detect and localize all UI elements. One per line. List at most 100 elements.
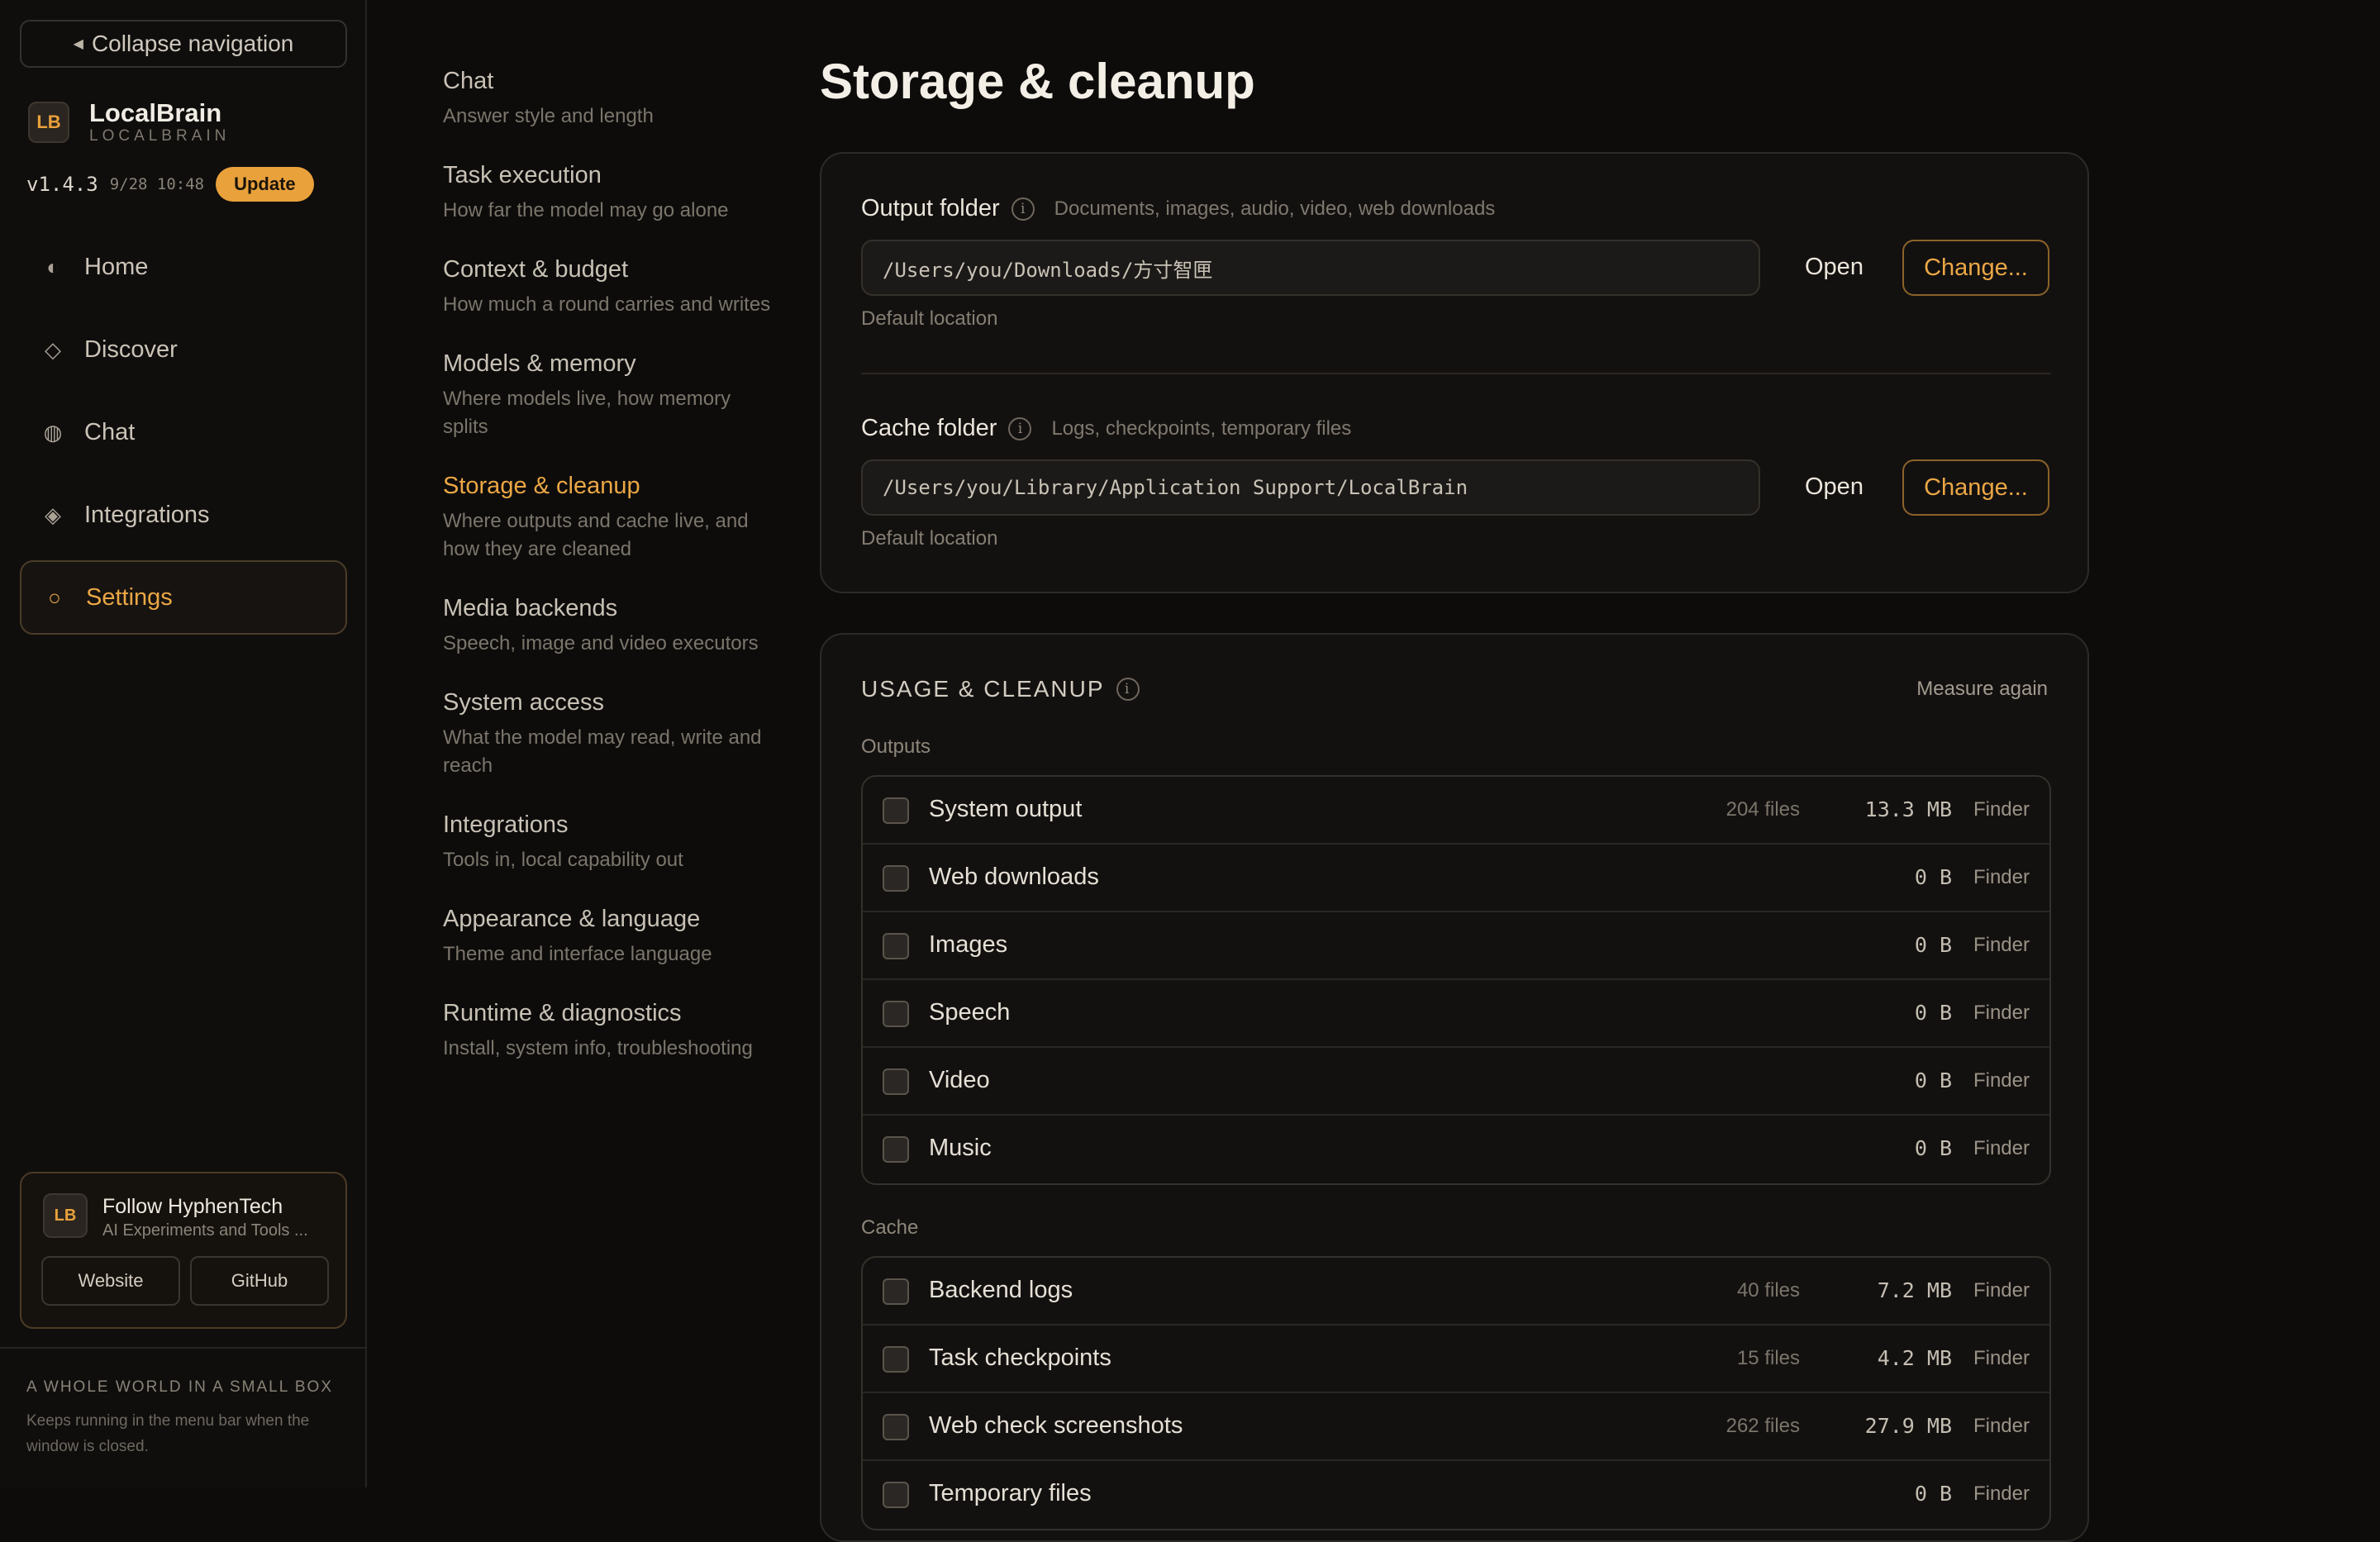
subnav-item-appearance-language[interactable]: Appearance & language Theme and interface… xyxy=(443,904,774,969)
subnav-item-storage-cleanup[interactable]: Storage & cleanup Where outputs and cache… xyxy=(443,471,774,564)
usage-cleanup-card: USAGE & CLEANUP i Measure again Outputs … xyxy=(820,633,2089,1542)
subnav-item-system-access[interactable]: System access What the model may read, wr… xyxy=(443,688,774,780)
output-folder-default-label: Default location xyxy=(861,307,998,330)
row-checkbox[interactable] xyxy=(883,1482,909,1508)
nav-item-label: Home xyxy=(84,253,149,280)
table-row: Web downloads 0 B Finder xyxy=(863,845,2049,912)
table-row: Temporary files 0 B Finder xyxy=(863,1461,2049,1529)
cache-folder-hint: Logs, checkpoints, temporary files xyxy=(1051,416,1352,440)
nav-item-chat[interactable]: ◍ Chat xyxy=(20,395,347,469)
output-folder-hint: Documents, images, audio, video, web dow… xyxy=(1054,197,1496,220)
table-row: Task checkpoints 15 files 4.2 MB Finder xyxy=(863,1325,2049,1393)
follow-subtitle: AI Experiments and Tools ... xyxy=(102,1221,308,1240)
subnav-item-title: Media backends xyxy=(443,595,618,621)
nav-item-settings[interactable]: ○ Settings xyxy=(20,560,347,635)
output-folder-header: Output folder i Documents, images, audio… xyxy=(861,195,1495,222)
integrations-icon: ◈ xyxy=(45,502,61,527)
cache-folder-default-label: Default location xyxy=(861,527,998,550)
collapse-navigation-label: Collapse navigation xyxy=(91,31,294,56)
collapse-navigation-button[interactable]: ◀ Collapse navigation xyxy=(20,20,347,68)
row-name: Backend logs xyxy=(929,1277,1073,1303)
subnav-item-title: Context & budget xyxy=(443,256,629,283)
subnav-item-description: Answer style and length xyxy=(443,105,654,127)
row-checkbox[interactable] xyxy=(883,1068,909,1095)
row-size: 0 B xyxy=(1914,1001,1952,1025)
subnav-item-media-backends[interactable]: Media backends Speech, image and video ex… xyxy=(443,593,774,658)
subnav-item-models-memory[interactable]: Models & memory Where models live, how me… xyxy=(443,349,774,441)
row-size: 0 B xyxy=(1914,1068,1952,1092)
row-file-count: 15 files xyxy=(1736,1347,1800,1369)
finder-button[interactable]: Finder xyxy=(1973,934,2030,957)
subnav-item-title: Chat xyxy=(443,68,494,94)
output-folder-change-button[interactable]: Change... xyxy=(1902,240,2049,296)
chat-icon: ◍ xyxy=(43,419,63,445)
subnav-item-chat[interactable]: Chat Answer style and length xyxy=(443,66,774,131)
row-size: 27.9 MB xyxy=(1864,1414,1952,1438)
subnav-item-runtime-diagnostics[interactable]: Runtime & diagnostics Install, system inf… xyxy=(443,998,774,1063)
row-checkbox[interactable] xyxy=(883,933,909,959)
tagline: A WHOLE WORLD IN A SMALL BOX xyxy=(26,1378,333,1396)
subnav-item-description: Theme and interface language xyxy=(443,943,712,965)
subnav-item-context-budget[interactable]: Context & budget How much a round carries… xyxy=(443,255,774,319)
update-button[interactable]: Update xyxy=(216,167,314,202)
github-button[interactable]: GitHub xyxy=(190,1256,329,1306)
info-icon[interactable]: i xyxy=(1116,678,1140,701)
subnav-item-title: System access xyxy=(443,689,604,716)
folders-card: Output folder i Documents, images, audio… xyxy=(820,152,2089,593)
subnav-item-integrations[interactable]: Integrations Tools in, local capability o… xyxy=(443,810,774,874)
main-nav: ◐ Home ◇ Discover ◍ Chat ◈ Integrations ○ Setting… xyxy=(20,230,347,643)
subnav-item-task-execution[interactable]: Task execution How far the model may go a… xyxy=(443,160,774,225)
cache-folder-path-field[interactable]: /Users/you/Library/Application Support/L… xyxy=(861,459,1760,516)
follow-card: LB Follow HyphenTech AI Experiments and … xyxy=(20,1172,347,1329)
cache-folder-label: Cache folder xyxy=(861,415,997,441)
website-button[interactable]: Website xyxy=(41,1256,180,1306)
output-folder-path-field[interactable]: /Users/you/Downloads/方寸智匣 xyxy=(861,240,1760,296)
finder-button[interactable]: Finder xyxy=(1973,1069,2030,1092)
finder-button[interactable]: Finder xyxy=(1973,866,2030,889)
cache-folder-open-button[interactable]: Open xyxy=(1805,474,1864,501)
row-checkbox[interactable] xyxy=(883,797,909,824)
finder-button[interactable]: Finder xyxy=(1973,1137,2030,1160)
nav-item-discover[interactable]: ◇ Discover xyxy=(20,312,347,387)
finder-button[interactable]: Finder xyxy=(1973,1347,2030,1370)
row-checkbox[interactable] xyxy=(883,1278,909,1305)
finder-button[interactable]: Finder xyxy=(1973,1415,2030,1438)
table-row: Backend logs 40 files 7.2 MB Finder xyxy=(863,1258,2049,1325)
usage-title-row: USAGE & CLEANUP i xyxy=(861,676,1140,702)
nav-item-home[interactable]: ◐ Home xyxy=(20,230,347,304)
brand: LB LocalBrain LOCALBRAIN xyxy=(28,99,230,145)
row-name: Speech xyxy=(929,999,1011,1026)
sidebar: ◀ Collapse navigation LB LocalBrain LOCA… xyxy=(0,0,367,1487)
finder-button[interactable]: Finder xyxy=(1973,1002,2030,1025)
row-size: 7.2 MB xyxy=(1877,1278,1952,1302)
follow-title: Follow HyphenTech xyxy=(102,1195,283,1218)
info-icon[interactable]: i xyxy=(1008,416,1032,440)
cache-folder-header: Cache folder i Logs, checkpoints, tempor… xyxy=(861,415,1351,442)
output-folder-open-button[interactable]: Open xyxy=(1805,254,1864,281)
row-name: Images xyxy=(929,931,1008,958)
finder-button[interactable]: Finder xyxy=(1973,1483,2030,1506)
finder-button[interactable]: Finder xyxy=(1973,798,2030,821)
version-label: v1.4.3 xyxy=(26,173,98,196)
subnav-item-title: Task execution xyxy=(443,162,602,188)
nav-item-integrations[interactable]: ◈ Integrations xyxy=(20,478,347,552)
info-icon[interactable]: i xyxy=(1011,197,1035,221)
row-file-count: 40 files xyxy=(1736,1279,1800,1302)
measure-again-button[interactable]: Measure again xyxy=(1916,678,2048,701)
version-row: v1.4.3 9/28 10:48 Update xyxy=(26,167,314,202)
nav-item-label: Chat xyxy=(84,418,136,445)
row-name: Web downloads xyxy=(929,864,1099,890)
row-checkbox[interactable] xyxy=(883,1414,909,1440)
finder-button[interactable]: Finder xyxy=(1973,1279,2030,1302)
row-checkbox[interactable] xyxy=(883,865,909,892)
subnav-item-title: Storage & cleanup xyxy=(443,473,640,499)
row-checkbox[interactable] xyxy=(883,1346,909,1373)
table-row: Video 0 B Finder xyxy=(863,1048,2049,1116)
row-checkbox[interactable] xyxy=(883,1136,909,1163)
app-window: ◀ Collapse navigation LB LocalBrain LOCA… xyxy=(0,0,2380,1542)
row-size: 0 B xyxy=(1914,1482,1952,1506)
row-checkbox[interactable] xyxy=(883,1001,909,1027)
cache-folder-change-button[interactable]: Change... xyxy=(1902,459,2049,516)
row-name: Music xyxy=(929,1135,992,1161)
nav-item-label: Integrations xyxy=(84,501,210,528)
